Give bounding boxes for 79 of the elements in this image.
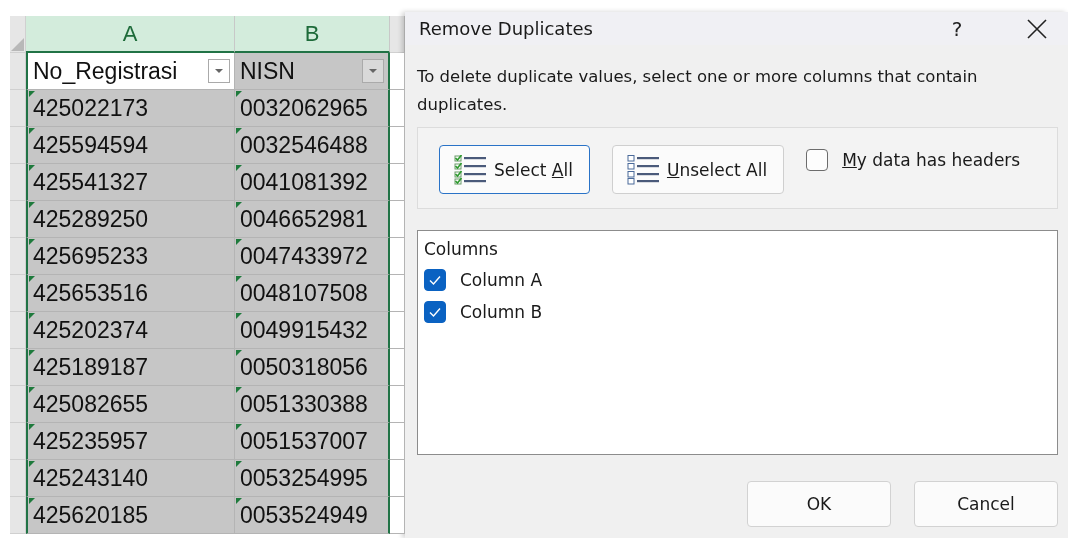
window-title: Remove Duplicates — [419, 18, 594, 39]
table-cell: 425541327 — [26, 164, 235, 201]
row-header[interactable] — [10, 312, 26, 349]
table-cell: 0050318056 — [235, 349, 390, 386]
row-header[interactable] — [10, 127, 26, 164]
table-cell — [390, 349, 405, 386]
filter-dropdown-button[interactable] — [362, 59, 384, 83]
row-header[interactable] — [10, 460, 26, 497]
table-cell: 0046652981 — [235, 201, 390, 238]
row-header[interactable] — [10, 386, 26, 423]
table-cell: 425594594 — [26, 127, 235, 164]
dropdown-arrow-icon — [368, 68, 378, 74]
help-button[interactable]: ? — [934, 12, 980, 45]
table-cell: 425653516 — [26, 275, 235, 312]
table-cell — [390, 238, 405, 275]
table-cell — [390, 423, 405, 460]
checkbox[interactable] — [806, 149, 829, 171]
table-cell: 425695233 — [26, 238, 235, 275]
table-cell: 425289250 — [26, 201, 235, 238]
table-cell: 0051537007 — [235, 423, 390, 460]
close-icon — [1027, 18, 1047, 39]
headers-checkbox[interactable]: My data has headers — [806, 149, 1021, 171]
table-cell — [390, 90, 405, 127]
table-cell — [390, 127, 405, 164]
table-cell: 0047433972 — [235, 238, 390, 275]
table-cell: 0053254995 — [235, 460, 390, 497]
table-cell: 425022173 — [26, 90, 235, 127]
table-cell: 0048107508 — [235, 275, 390, 312]
table-cell — [390, 275, 405, 312]
column-checkbox[interactable]: Column B — [424, 301, 543, 323]
table-cell: 0041081392 — [235, 164, 390, 201]
row-header[interactable] — [10, 423, 26, 460]
list-heading: Columns — [424, 239, 498, 259]
table-cell: 0051330388 — [235, 386, 390, 423]
checkbox[interactable] — [424, 269, 446, 291]
row-header[interactable] — [10, 90, 26, 127]
table-cell: 0032062965 — [235, 90, 390, 127]
row-header[interactable] — [10, 164, 26, 201]
table-cell — [390, 53, 405, 90]
table-cell — [390, 164, 405, 201]
checklist-icon — [454, 154, 488, 185]
checkbox[interactable] — [424, 301, 446, 323]
table-cell: 425243140 — [26, 460, 235, 497]
row-header[interactable] — [10, 201, 26, 238]
list-icon — [626, 154, 661, 185]
table-cell — [390, 460, 405, 497]
table-cell: 0032546488 — [235, 127, 390, 164]
table-cell — [390, 386, 405, 423]
select-all-triangle-icon[interactable] — [11, 38, 24, 51]
instruction-text: To delete duplicate values, select one or more columns that contain duplicates. — [417, 66, 979, 116]
check-icon — [428, 274, 442, 286]
table-cell: 425189187 — [26, 349, 235, 386]
row-header[interactable] — [10, 349, 26, 386]
ok-button[interactable]: OK — [747, 481, 891, 527]
header-cell[interactable]: NISN — [235, 53, 390, 90]
check-icon — [428, 306, 442, 318]
select-all-button[interactable]: Select All — [439, 145, 590, 194]
table-cell — [390, 201, 405, 238]
row-header[interactable] — [10, 53, 26, 90]
table-cell: 0053524949 — [235, 497, 390, 534]
row-header[interactable] — [10, 238, 26, 275]
unselect-all-button[interactable]: Unselect All — [611, 145, 785, 194]
table-cell: 425082655 — [26, 386, 235, 423]
cancel-button[interactable]: Cancel — [914, 481, 1058, 527]
header-cell[interactable]: No_Registrasi — [26, 53, 235, 90]
table-cell: 425235957 — [26, 423, 235, 460]
table-cell: 425202374 — [26, 312, 235, 349]
dropdown-arrow-icon — [214, 68, 224, 74]
row-header[interactable] — [10, 275, 26, 312]
table-cell: 425620185 — [26, 497, 235, 534]
filter-dropdown-button[interactable] — [208, 59, 230, 83]
column-header[interactable]: B — [235, 16, 390, 53]
table-cell — [390, 312, 405, 349]
column-checkbox[interactable]: Column A — [424, 269, 543, 291]
column-header[interactable] — [390, 16, 405, 53]
table-cell — [390, 497, 405, 534]
row-header[interactable] — [10, 497, 26, 534]
column-header[interactable]: A — [26, 16, 235, 53]
table-cell: 0049915432 — [235, 312, 390, 349]
